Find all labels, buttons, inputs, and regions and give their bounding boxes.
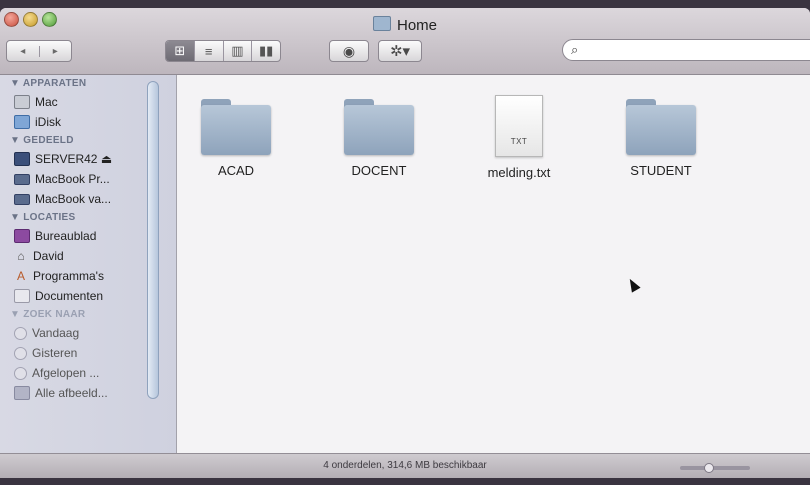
- forward-button[interactable]: ▸: [38, 45, 72, 57]
- file-name: DOCENT: [351, 163, 407, 178]
- eye-icon: ◉: [342, 42, 356, 59]
- clock-icon: [14, 346, 27, 360]
- idisk-icon: [14, 115, 30, 129]
- clock-icon: [14, 366, 27, 380]
- list-view-button[interactable]: ≡: [193, 41, 223, 61]
- desktop-icon: [14, 229, 30, 243]
- home-folder-icon: [372, 16, 391, 31]
- slider-knob[interactable]: [704, 463, 714, 473]
- sidebar: ▼ APPARATEN Mac iDisk ▼ GEDEELD SERVER42…: [0, 75, 177, 454]
- sidebar-item-label: Vandaag: [32, 326, 80, 340]
- sidebar-item-label: Alle afbeeld...: [35, 386, 108, 400]
- finder-window: Home ◂ ▸ ⊞ ≡ ▥ ▮▮ ◉ ✲▾ ⌕ ▼ APPARATEN Mac…: [0, 8, 810, 478]
- action-menu-button[interactable]: ✲▾: [378, 40, 422, 62]
- sidebar-item-label: Mac: [35, 95, 58, 109]
- sidebar-item-label: Gisteren: [32, 346, 78, 360]
- status-bar: 4 onderdelen, 314,6 MB beschikbaar: [0, 453, 810, 478]
- laptop-icon: [14, 193, 30, 205]
- sidebar-item-label: David: [33, 249, 64, 263]
- window-title-text: Home: [396, 17, 437, 34]
- clock-icon: [14, 326, 27, 340]
- computer-icon: [14, 95, 30, 109]
- status-text: 4 onderdelen, 314,6 MB beschikbaar: [323, 460, 487, 471]
- gear-icon: ✲▾: [389, 43, 411, 60]
- sidebar-item-label: Bureaublad: [35, 229, 97, 243]
- documents-icon: [14, 289, 30, 303]
- folder-icon: [344, 99, 414, 155]
- quick-look-button[interactable]: ◉: [329, 40, 369, 62]
- applications-icon: A: [16, 269, 25, 283]
- search-field[interactable]: ⌕: [562, 39, 810, 61]
- file-name: STUDENT: [630, 163, 692, 178]
- file-item-melding-txt[interactable]: TXT melding.txt: [464, 89, 574, 180]
- text-file-icon: TXT: [495, 95, 543, 157]
- home-icon: ⌂: [17, 249, 25, 263]
- column-view-button[interactable]: ▥: [222, 41, 252, 61]
- file-name: ACAD: [217, 163, 255, 178]
- back-button[interactable]: ◂: [7, 46, 39, 57]
- sidebar-item-label: MacBook va...: [35, 192, 112, 206]
- icon-view-button[interactable]: ⊞: [166, 41, 194, 61]
- view-mode-group: ⊞ ≡ ▥ ▮▮: [165, 40, 281, 62]
- window-title: Home: [0, 16, 810, 34]
- navigation-group: ◂ ▸: [6, 40, 72, 62]
- titlebar: Home ◂ ▸ ⊞ ≡ ▥ ▮▮ ◉ ✲▾ ⌕: [0, 8, 810, 75]
- sidebar-item-label: iDisk: [35, 115, 61, 129]
- coverflow-view-button[interactable]: ▮▮: [251, 41, 280, 61]
- folder-icon: [201, 99, 271, 155]
- file-item-acad[interactable]: ACAD: [181, 89, 291, 178]
- sidebar-scrollbar[interactable]: [147, 81, 159, 399]
- file-name: melding.txt: [487, 165, 551, 180]
- server-icon: [14, 152, 30, 166]
- images-icon: [14, 386, 30, 400]
- sidebar-item-label: Programma's: [33, 269, 104, 283]
- sidebar-item-label: SERVER42 ⏏: [35, 152, 113, 166]
- file-item-docent[interactable]: DOCENT: [324, 89, 434, 178]
- laptop-icon: [14, 173, 30, 185]
- search-icon: ⌕: [571, 42, 579, 57]
- file-type-badge: TXT: [510, 137, 528, 146]
- folder-icon: [626, 99, 696, 155]
- sidebar-item-label: Documenten: [35, 289, 104, 303]
- sidebar-item-label: MacBook Pr...: [35, 172, 110, 186]
- sidebar-item-label: Afgelopen ...: [32, 366, 100, 380]
- file-item-student[interactable]: STUDENT: [606, 89, 716, 178]
- icon-size-slider[interactable]: [680, 463, 750, 473]
- file-browser: ACAD DOCENT TXT melding.txt STUDENT: [177, 75, 810, 454]
